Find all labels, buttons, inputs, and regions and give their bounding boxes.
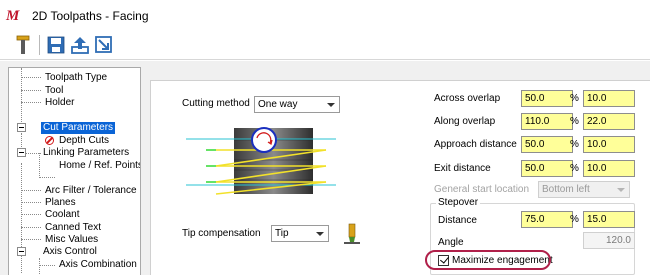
collapse-icon[interactable] bbox=[17, 247, 26, 256]
upload-icon[interactable] bbox=[69, 34, 91, 56]
tree-item-cut-parameters[interactable]: Cut Parameters bbox=[41, 122, 116, 134]
approach-distance-label: Approach distance bbox=[434, 139, 517, 150]
stepover-title: Stepover bbox=[436, 197, 481, 208]
tree-item-planes[interactable]: Planes bbox=[43, 197, 78, 209]
tree-item-linking-parameters[interactable]: Linking Parameters bbox=[41, 147, 131, 159]
across-overlap-pct-input[interactable]: 10.0 bbox=[583, 90, 635, 107]
percent-label: % bbox=[570, 163, 579, 174]
approach-distance-pct-input[interactable]: 10.0 bbox=[583, 136, 635, 153]
tree-item-toolpath-type[interactable]: Toolpath Type bbox=[43, 72, 109, 84]
tip-compensation-label: Tip compensation bbox=[182, 228, 261, 239]
distance-label: Distance bbox=[438, 215, 477, 226]
general-start-location-label: General start location bbox=[434, 184, 530, 195]
stepover-distance-input[interactable]: 75.0 bbox=[521, 211, 573, 228]
chevron-down-icon bbox=[316, 232, 324, 236]
cutting-method-value: One way bbox=[258, 99, 298, 110]
chevron-down-icon bbox=[617, 188, 625, 192]
tree-item-holder[interactable]: Holder bbox=[43, 97, 76, 109]
exit-distance-pct-input[interactable]: 10.0 bbox=[583, 160, 635, 177]
along-overlap-input[interactable]: 110.0 bbox=[521, 113, 573, 130]
collapse-icon[interactable] bbox=[17, 148, 26, 157]
exit-distance-label: Exit distance bbox=[434, 163, 491, 174]
window-title: 2D Toolpaths - Facing bbox=[32, 9, 149, 23]
across-overlap-label: Across overlap bbox=[434, 93, 501, 104]
tree-item-misc-values[interactable]: Misc Values bbox=[43, 234, 100, 246]
tree-item-tool[interactable]: Tool bbox=[43, 85, 65, 97]
percent-label: % bbox=[570, 214, 579, 225]
tree-item-arc-filter-tolerance[interactable]: Arc Filter / Tolerance bbox=[43, 185, 139, 197]
across-overlap-input[interactable]: 50.0 bbox=[521, 90, 573, 107]
highlight-annotation bbox=[425, 250, 551, 270]
toolbar bbox=[0, 30, 650, 60]
approach-distance-input[interactable]: 50.0 bbox=[521, 136, 573, 153]
tree-item-axis-control[interactable]: Axis Control bbox=[41, 246, 99, 258]
percent-label: % bbox=[570, 116, 579, 127]
save-icon[interactable] bbox=[45, 34, 67, 56]
tree-item-home-ref-points[interactable]: Home / Ref. Points bbox=[57, 160, 140, 172]
stepover-distance-pct-input[interactable]: 15.0 bbox=[583, 211, 635, 228]
tool-icon[interactable] bbox=[12, 34, 34, 56]
tree-item-depth-cuts[interactable]: Depth Cuts bbox=[57, 135, 111, 147]
along-overlap-label: Along overlap bbox=[434, 116, 496, 127]
app-logo: M bbox=[6, 8, 19, 24]
stepover-angle-input: 120.0 bbox=[583, 232, 635, 249]
tip-compensation-select[interactable]: Tip bbox=[271, 225, 329, 242]
cutting-method-select[interactable]: One way bbox=[254, 96, 340, 113]
along-overlap-pct-input[interactable]: 22.0 bbox=[583, 113, 635, 130]
general-start-location-select[interactable]: Bottom left bbox=[538, 181, 630, 198]
cutting-method-label: Cutting method bbox=[182, 98, 250, 109]
tree-item-canned-text[interactable]: Canned Text bbox=[43, 222, 103, 234]
disabled-icon bbox=[45, 136, 54, 145]
title-bar: M 2D Toolpaths - Facing bbox=[0, 0, 650, 30]
tree-item-coolant[interactable]: Coolant bbox=[43, 209, 81, 221]
facing-preview-image bbox=[186, 127, 336, 195]
toolbar-separator bbox=[39, 35, 40, 55]
general-start-location-value: Bottom left bbox=[542, 184, 590, 195]
export-icon[interactable] bbox=[93, 34, 115, 56]
tip-compensation-value: Tip bbox=[275, 228, 289, 239]
tool-tip-icon bbox=[344, 223, 360, 244]
collapse-icon[interactable] bbox=[17, 123, 26, 132]
chevron-down-icon bbox=[327, 103, 335, 107]
exit-distance-input[interactable]: 50.0 bbox=[521, 160, 573, 177]
percent-label: % bbox=[570, 93, 579, 104]
percent-label: % bbox=[570, 139, 579, 150]
parameter-tree[interactable]: Toolpath Type Tool Holder Cut Parameters… bbox=[8, 67, 141, 275]
tree-item-axis-combination[interactable]: Axis Combination bbox=[57, 259, 139, 271]
angle-label: Angle bbox=[438, 237, 464, 248]
